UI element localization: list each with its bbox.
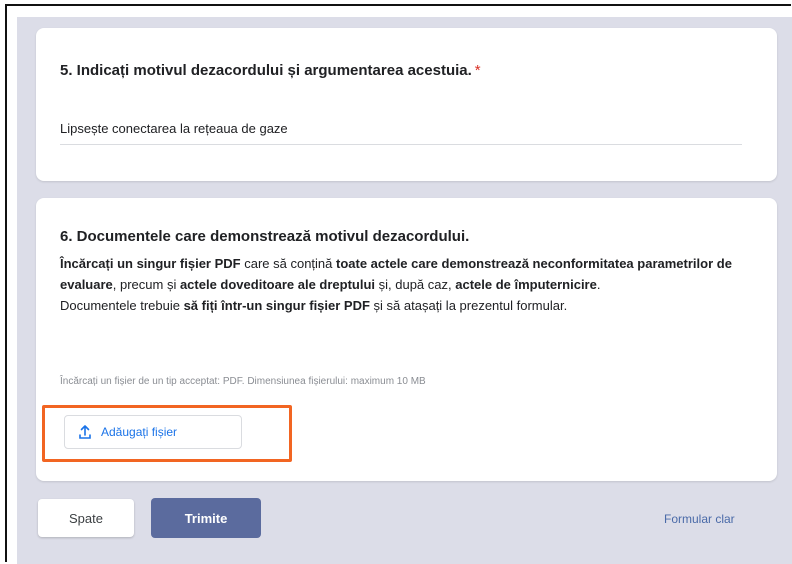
desc-text-9: Documentele trebuie: [60, 298, 184, 313]
add-file-label: Adăugați fișier: [101, 425, 178, 439]
desc-bold-1: Încărcați un singur fișier PDF: [60, 256, 241, 271]
desc-bold-7: actele de împuternicire: [455, 277, 597, 292]
file-type-hint: Încărcați un fișier de un tip acceptat: …: [60, 376, 426, 387]
question-5-card: 5. Indicați motivul dezacordului și argu…: [36, 28, 777, 181]
desc-bold-10: să fiți într-un singur fișier PDF: [183, 298, 370, 313]
question-5-title: 5. Indicați motivul dezacordului și argu…: [60, 62, 481, 79]
question-6-description: Încărcați un singur fișier PDF care să c…: [60, 253, 760, 316]
upload-icon: [77, 424, 93, 440]
required-asterisk: *: [474, 62, 481, 79]
desc-text-6: și, după caz,: [375, 277, 456, 292]
desc-bold-5: actele doveditoare ale dreptului: [179, 277, 376, 292]
clear-form-link[interactable]: Formular clar: [664, 512, 735, 526]
submit-button[interactable]: Trimite: [151, 498, 261, 538]
question-6-title: 6. Documentele care demonstrează motivul…: [60, 228, 470, 245]
add-file-button[interactable]: Adăugați fișier: [64, 415, 242, 449]
back-button[interactable]: Spate: [38, 499, 134, 537]
desc-text-2: care să conțină: [240, 256, 336, 271]
desc-text-8: .: [596, 277, 601, 292]
desc-text-11: și să atașați la prezentul formular.: [369, 298, 568, 313]
desc-text-4: , precum și: [112, 277, 180, 292]
question-5-title-text: 5. Indicați motivul dezacordului și argu…: [60, 62, 472, 79]
question-5-answer-input[interactable]: Lipsește conectarea la rețeaua de gaze: [60, 121, 742, 145]
